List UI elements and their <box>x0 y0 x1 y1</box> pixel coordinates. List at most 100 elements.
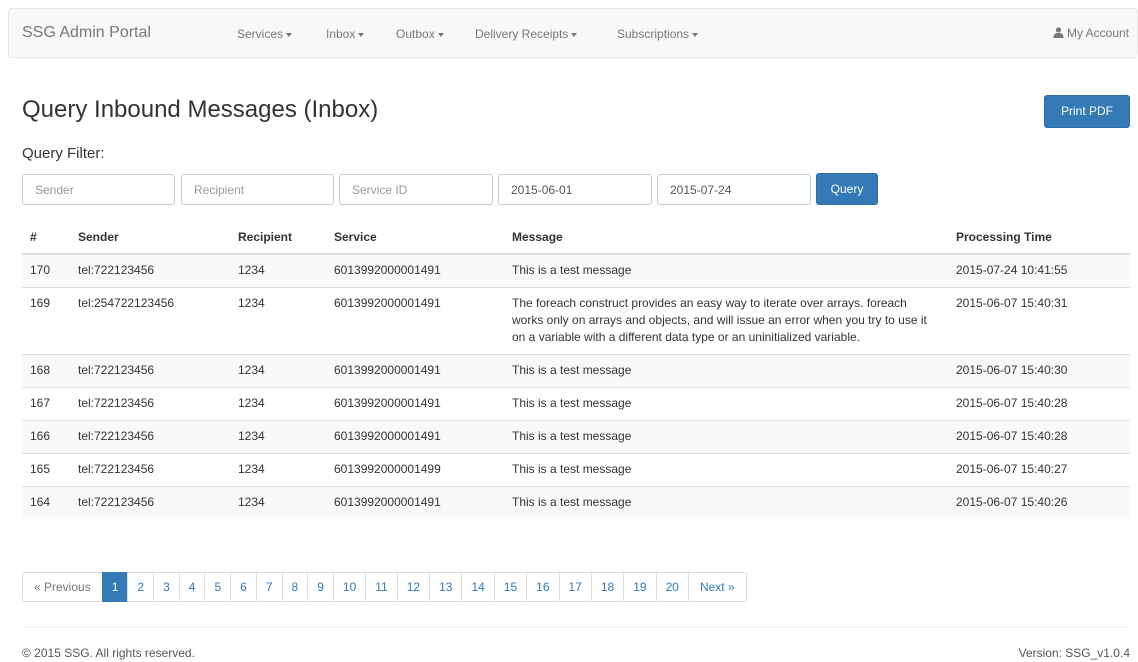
cell-processing-time: 2015-06-07 15:40:26 <box>948 486 1130 519</box>
pagination-page-4[interactable]: 4 <box>178 572 206 602</box>
cell-service: 6013992000001491 <box>326 486 504 519</box>
cell-id: 164 <box>22 486 70 519</box>
cell-sender: tel:722123456 <box>70 354 230 388</box>
pagination-page-11[interactable]: 11 <box>365 572 398 602</box>
service-id-input[interactable] <box>339 174 493 205</box>
pagination-page-9[interactable]: 9 <box>307 572 334 602</box>
cell-message: This is a test message <box>504 354 948 388</box>
table-row: 167 tel:722123456 1234 6013992000001491 … <box>22 387 1130 421</box>
cell-service: 6013992000001491 <box>326 287 504 355</box>
footer-copyright: © 2015 SSG. All rights reserved. <box>22 646 195 660</box>
nav-subscriptions-label: Subscriptions <box>617 27 690 41</box>
user-icon <box>1053 27 1064 38</box>
pagination-page-7[interactable]: 7 <box>255 572 283 602</box>
start-date-input[interactable] <box>498 174 652 205</box>
cell-processing-time: 2015-06-07 15:40:28 <box>948 387 1130 421</box>
nav-services-label: Services <box>237 27 284 41</box>
cell-processing-time: 2015-06-07 15:40:28 <box>948 420 1130 454</box>
cell-message: This is a test message <box>504 486 948 519</box>
pagination-page-20[interactable]: 20 <box>655 572 689 602</box>
pagination-page-12[interactable]: 12 <box>396 572 431 602</box>
cell-service: 6013992000001499 <box>326 453 504 487</box>
table-row: 166 tel:722123456 1234 6013992000001491 … <box>22 420 1130 454</box>
chevron-down-icon <box>692 32 699 37</box>
cell-id: 168 <box>22 354 70 388</box>
pagination-page-2[interactable]: 2 <box>127 572 155 602</box>
cell-sender: tel:722123456 <box>70 387 230 421</box>
table-row: 165 tel:722123456 1234 6013992000001499 … <box>22 453 1130 487</box>
cell-service: 6013992000001491 <box>326 420 504 454</box>
navbar: SSG Admin Portal Services Inbox Outbox D… <box>8 8 1138 58</box>
pagination-next[interactable]: Next » <box>687 572 747 602</box>
cell-service: 6013992000001491 <box>326 387 504 421</box>
cell-processing-time: 2015-07-24 10:41:55 <box>948 253 1130 288</box>
cell-message: The foreach construct provides an easy w… <box>504 287 948 355</box>
pagination-page-18[interactable]: 18 <box>590 572 625 602</box>
table-row: 164 tel:722123456 1234 6013992000001491 … <box>22 486 1130 519</box>
cell-service: 6013992000001491 <box>326 354 504 388</box>
cell-id: 166 <box>22 420 70 454</box>
nav-inbox-dropdown[interactable]: Inbox <box>326 27 365 41</box>
nav-outbox-dropdown[interactable]: Outbox <box>396 27 444 41</box>
cell-recipient: 1234 <box>230 354 326 388</box>
cell-sender: tel:722123456 <box>70 486 230 519</box>
table-header-row: # Sender Recipient Service Message Proce… <box>22 220 1130 255</box>
chevron-down-icon <box>286 32 293 37</box>
my-account-link[interactable]: My Account <box>1053 26 1129 40</box>
pagination-page-17[interactable]: 17 <box>558 572 592 602</box>
query-filter-label: Query Filter: <box>22 145 105 162</box>
chevron-down-icon <box>437 32 444 37</box>
pagination-page-5[interactable]: 5 <box>204 572 232 602</box>
footer-divider <box>22 627 1130 628</box>
cell-sender: tel:722123456 <box>70 453 230 487</box>
page-title: Query Inbound Messages (Inbox) <box>22 96 379 123</box>
pagination-page-3[interactable]: 3 <box>153 572 180 602</box>
cell-processing-time: 2015-06-07 15:40:27 <box>948 453 1130 487</box>
column-header-sender: Sender <box>70 220 230 255</box>
query-button[interactable]: Query <box>816 173 878 205</box>
nav-subscriptions-dropdown[interactable]: Subscriptions <box>617 27 699 41</box>
table-row: 168 tel:722123456 1234 6013992000001491 … <box>22 354 1130 388</box>
pagination-page-8[interactable]: 8 <box>281 572 309 602</box>
pagination-page-16[interactable]: 16 <box>526 572 560 602</box>
nav-delivery-receipts-dropdown[interactable]: Delivery Receipts <box>475 27 578 41</box>
pagination-page-19[interactable]: 19 <box>623 572 657 602</box>
brand-link[interactable]: SSG Admin Portal <box>22 24 151 42</box>
cell-recipient: 1234 <box>230 287 326 355</box>
nav-inbox-label: Inbox <box>326 27 356 41</box>
table-row: 170 tel:722123456 1234 6013992000001491 … <box>22 253 1130 288</box>
column-header-processing-time: Processing Time <box>948 220 1130 255</box>
pagination-page-10[interactable]: 10 <box>332 572 367 602</box>
sender-input[interactable] <box>22 174 175 205</box>
cell-sender: tel:722123456 <box>70 420 230 454</box>
pagination-page-14[interactable]: 14 <box>461 572 495 602</box>
cell-message: This is a test message <box>504 387 948 421</box>
chevron-down-icon <box>571 32 578 37</box>
pagination-page-13[interactable]: 13 <box>429 572 463 602</box>
cell-processing-time: 2015-06-07 15:40:31 <box>948 287 1130 355</box>
cell-service: 6013992000001491 <box>326 253 504 288</box>
cell-id: 169 <box>22 287 70 355</box>
column-header-service: Service <box>326 220 504 255</box>
pagination-previous[interactable]: « Previous <box>22 572 103 602</box>
table-row: 169 tel:254722123456 1234 60139920000014… <box>22 287 1130 355</box>
recipient-input[interactable] <box>181 174 334 205</box>
pagination-page-15[interactable]: 15 <box>493 572 528 602</box>
nav-services-dropdown[interactable]: Services <box>237 27 293 41</box>
column-header-recipient: Recipient <box>230 220 326 255</box>
pagination: « Previous 1 2 3 4 5 6 7 8 9 10 11 12 13… <box>22 572 747 602</box>
nav-outbox-label: Outbox <box>396 27 435 41</box>
cell-id: 165 <box>22 453 70 487</box>
print-pdf-button[interactable]: Print PDF <box>1044 95 1130 128</box>
end-date-input[interactable] <box>657 174 811 205</box>
inbox-table: # Sender Recipient Service Message Proce… <box>22 220 1130 519</box>
cell-message: This is a test message <box>504 253 948 288</box>
cell-message: This is a test message <box>504 453 948 487</box>
cell-sender: tel:254722123456 <box>70 287 230 355</box>
pagination-page-6[interactable]: 6 <box>230 572 257 602</box>
cell-id: 167 <box>22 387 70 421</box>
cell-id: 170 <box>22 253 70 288</box>
pagination-page-1[interactable]: 1 <box>101 572 129 602</box>
cell-sender: tel:722123456 <box>70 253 230 288</box>
cell-recipient: 1234 <box>230 387 326 421</box>
